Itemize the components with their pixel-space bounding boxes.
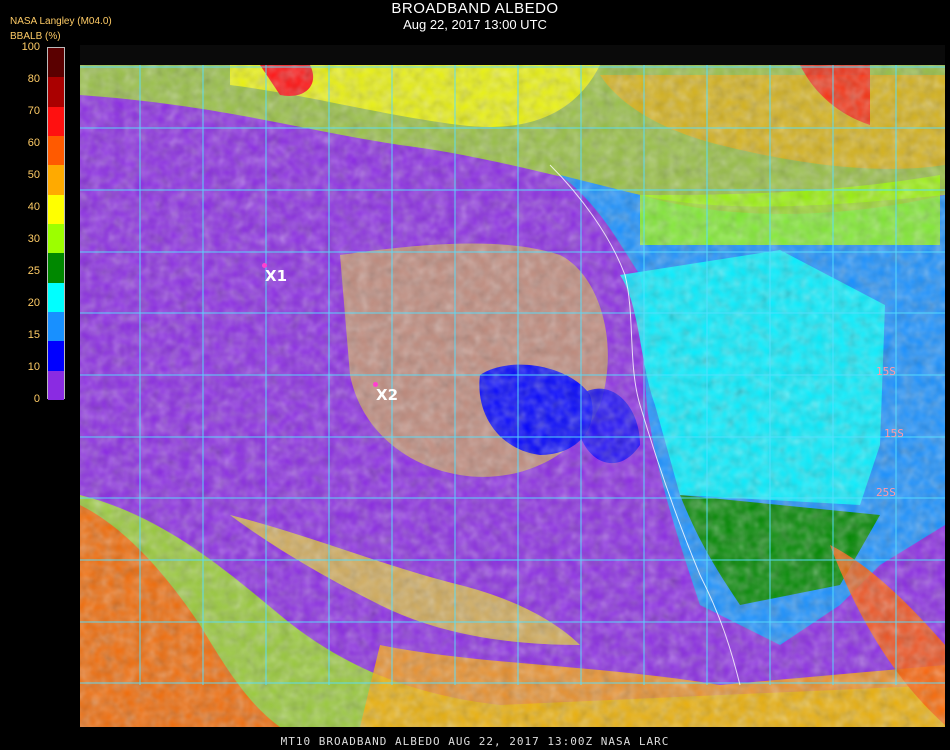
- marker-x1[interactable]: X1: [262, 263, 288, 285]
- map-title: BROADBAND ALBEDO: [391, 0, 559, 17]
- albedo-map[interactable]: X1 X2 15S 15S 25S: [80, 45, 945, 727]
- colorbar-segment: [48, 136, 64, 166]
- colorbar-tick: 25: [27, 265, 40, 277]
- title-block: BROADBAND ALBEDO Aug 22, 2017 13:00 UTC: [0, 0, 950, 32]
- marker-dot: [262, 263, 267, 268]
- marker-x1-label: X1: [265, 267, 288, 285]
- marker-x2[interactable]: X2: [373, 382, 399, 404]
- colorbar-segment: [48, 165, 64, 196]
- colorbar-tick: 50: [27, 169, 40, 181]
- colorbar-segment: [48, 77, 64, 108]
- colorbar-tick: 0: [33, 393, 40, 405]
- colorbar-tick: 60: [27, 137, 40, 149]
- provider-label: NASA Langley (M04.0): [10, 16, 112, 27]
- lat-label: 15S: [876, 365, 896, 378]
- colorbar-tick: 80: [27, 73, 40, 85]
- colorbar-segment: [48, 106, 64, 137]
- colorbar-segment: [48, 370, 64, 401]
- lat-label: 15S: [884, 427, 904, 440]
- colorbar-segment: [48, 224, 64, 254]
- colorbar-tick: 70: [27, 105, 40, 117]
- colorbar-segment: [48, 312, 64, 342]
- colorbar-tick: 40: [27, 201, 40, 213]
- colorbar-segment: [48, 253, 64, 284]
- marker-x2-label: X2: [376, 386, 399, 404]
- colorbar-tick: 15: [27, 329, 40, 341]
- lat-label: 25S: [876, 486, 896, 499]
- colorbar-tick: 20: [27, 297, 40, 309]
- colorbar-tick: 30: [27, 233, 40, 245]
- colorbar-segment: [48, 194, 64, 225]
- map-canvas: [80, 65, 945, 727]
- colorbar-segment: [48, 341, 64, 372]
- colorbar-tick: 10: [27, 361, 40, 373]
- colorbar-segment: [48, 282, 64, 313]
- footer-caption: MT10 BROADBAND ALBEDO AUG 22, 2017 13:00…: [280, 735, 670, 748]
- colorbar-segment: [48, 48, 64, 78]
- marker-dot: [373, 382, 378, 387]
- colorbar: [47, 47, 65, 401]
- map-timestamp: Aug 22, 2017 13:00 UTC: [403, 17, 547, 32]
- colorbar-tick: 100: [21, 41, 40, 53]
